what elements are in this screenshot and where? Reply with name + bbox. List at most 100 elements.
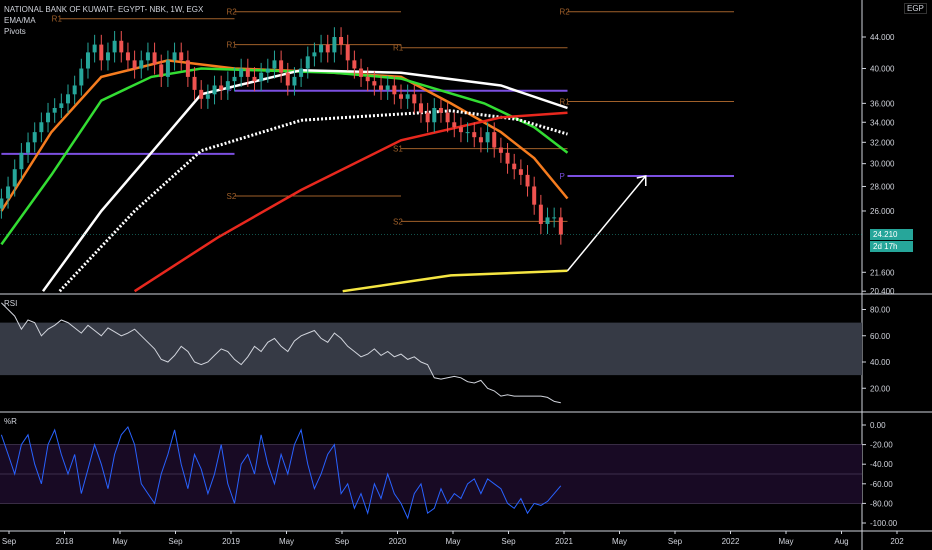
- time-tick-label: Sep: [168, 537, 183, 546]
- candle-body: [325, 44, 330, 53]
- candle-body: [299, 68, 304, 77]
- candle-body: [339, 37, 344, 45]
- candle-body: [425, 112, 430, 123]
- candle-body: [199, 89, 204, 99]
- candle-body: [0, 198, 4, 209]
- candle-body: [372, 81, 377, 86]
- time-tick-label: Sep: [335, 537, 350, 546]
- candle-body: [125, 52, 130, 61]
- candle-body: [438, 107, 443, 113]
- candle-body: [385, 85, 390, 90]
- candle-body: [498, 147, 503, 153]
- candle-body: [59, 103, 64, 108]
- candle-body: [159, 64, 164, 77]
- wr-tick-label: -100.00: [870, 519, 898, 528]
- pivot-label: R1: [393, 44, 404, 53]
- candle-body: [272, 60, 277, 69]
- candle-body: [518, 169, 523, 175]
- rsi-tick-label: 80.00: [870, 306, 891, 315]
- candle-body: [205, 94, 210, 99]
- chart-canvas[interactable]: PPPR1R2R1R1R1R2S1S2S244.00040.00036.0003…: [0, 0, 932, 550]
- pivot-label: R2: [227, 8, 238, 17]
- currency-label[interactable]: EGP: [904, 3, 927, 14]
- candle-body: [472, 132, 477, 138]
- pivot-label: R2: [560, 8, 571, 17]
- candle-body: [72, 85, 77, 95]
- candle-body: [99, 44, 104, 61]
- candle-body: [46, 112, 51, 123]
- candle-body: [239, 68, 244, 77]
- wr-tick-label: -60.00: [870, 480, 893, 489]
- candle-body: [132, 60, 137, 69]
- candle-body: [39, 122, 44, 133]
- candle-body: [265, 68, 270, 73]
- candle-body: [152, 52, 157, 65]
- candle-body: [512, 163, 517, 170]
- time-tick-label: Aug: [834, 537, 848, 546]
- time-tick-label: May: [112, 537, 127, 546]
- ma-line: [342, 269, 568, 293]
- time-tick-label: Sep: [501, 537, 516, 546]
- candle-body: [492, 132, 497, 148]
- time-tick-label: May: [445, 537, 460, 546]
- candle-body: [305, 56, 310, 69]
- rsi-tick-label: 40.00: [870, 358, 891, 367]
- candle-body: [365, 76, 370, 82]
- candle-body: [359, 68, 364, 77]
- indicator-pivots[interactable]: Pivots: [4, 26, 26, 37]
- rsi-band: [0, 322, 862, 376]
- time-tick-label: Sep: [2, 537, 17, 546]
- candle-body: [252, 76, 257, 82]
- pivot-label: P: [560, 172, 565, 181]
- ma-line: [133, 111, 568, 293]
- time-tick-label: 2019: [222, 537, 240, 546]
- price-tick-label: 21.600: [870, 268, 895, 277]
- candle-body: [418, 103, 423, 113]
- candle-body: [105, 52, 110, 61]
- candle-body: [6, 186, 11, 199]
- candle-body: [52, 107, 57, 113]
- time-tick-label: Sep: [668, 537, 683, 546]
- candle-body: [139, 60, 144, 69]
- wr-tick-label: -40.00: [870, 460, 893, 469]
- candle-body: [452, 122, 457, 128]
- price-tick-label: 26.000: [870, 207, 895, 216]
- candle-body: [119, 40, 124, 53]
- candle-body: [319, 44, 324, 53]
- wr-tick-label: -20.00: [870, 441, 893, 450]
- candle-body: [79, 68, 84, 86]
- candle-body: [458, 127, 463, 133]
- time-tick-label: 202: [890, 537, 904, 546]
- candle-body: [432, 107, 437, 123]
- last-price-badge: 24.210: [870, 229, 913, 240]
- projection-arrow: [566, 175, 647, 272]
- candle-body: [345, 44, 350, 61]
- candle-body: [399, 94, 403, 99]
- candle-body: [332, 37, 337, 53]
- candle-body: [185, 60, 190, 77]
- price-tick-label: 36.000: [870, 99, 895, 108]
- price-tick-label: 44.000: [870, 33, 895, 42]
- candle-body: [558, 217, 563, 235]
- candle-body: [12, 169, 17, 187]
- candle-body: [505, 152, 510, 164]
- candle-body: [145, 52, 150, 61]
- wr-tick-label: -80.00: [870, 499, 893, 508]
- ma-line: [41, 68, 568, 292]
- candle-body: [179, 52, 184, 61]
- pivot-label: R1: [52, 15, 63, 24]
- candle-body: [279, 60, 284, 73]
- candle-body: [259, 72, 264, 82]
- candle-body: [545, 217, 550, 224]
- candle-body: [172, 52, 177, 61]
- candle-body: [32, 132, 37, 143]
- candle-body: [379, 85, 384, 90]
- candle-body: [525, 174, 530, 187]
- candle-body: [232, 76, 237, 82]
- price-tick-label: 28.000: [870, 182, 895, 191]
- wr-tick-label: 0.00: [870, 421, 886, 430]
- candle-body: [412, 94, 417, 104]
- time-tick-label: 2021: [555, 537, 573, 546]
- candle-body: [26, 142, 31, 153]
- indicator-ema-ma[interactable]: EMA/MA: [4, 15, 36, 26]
